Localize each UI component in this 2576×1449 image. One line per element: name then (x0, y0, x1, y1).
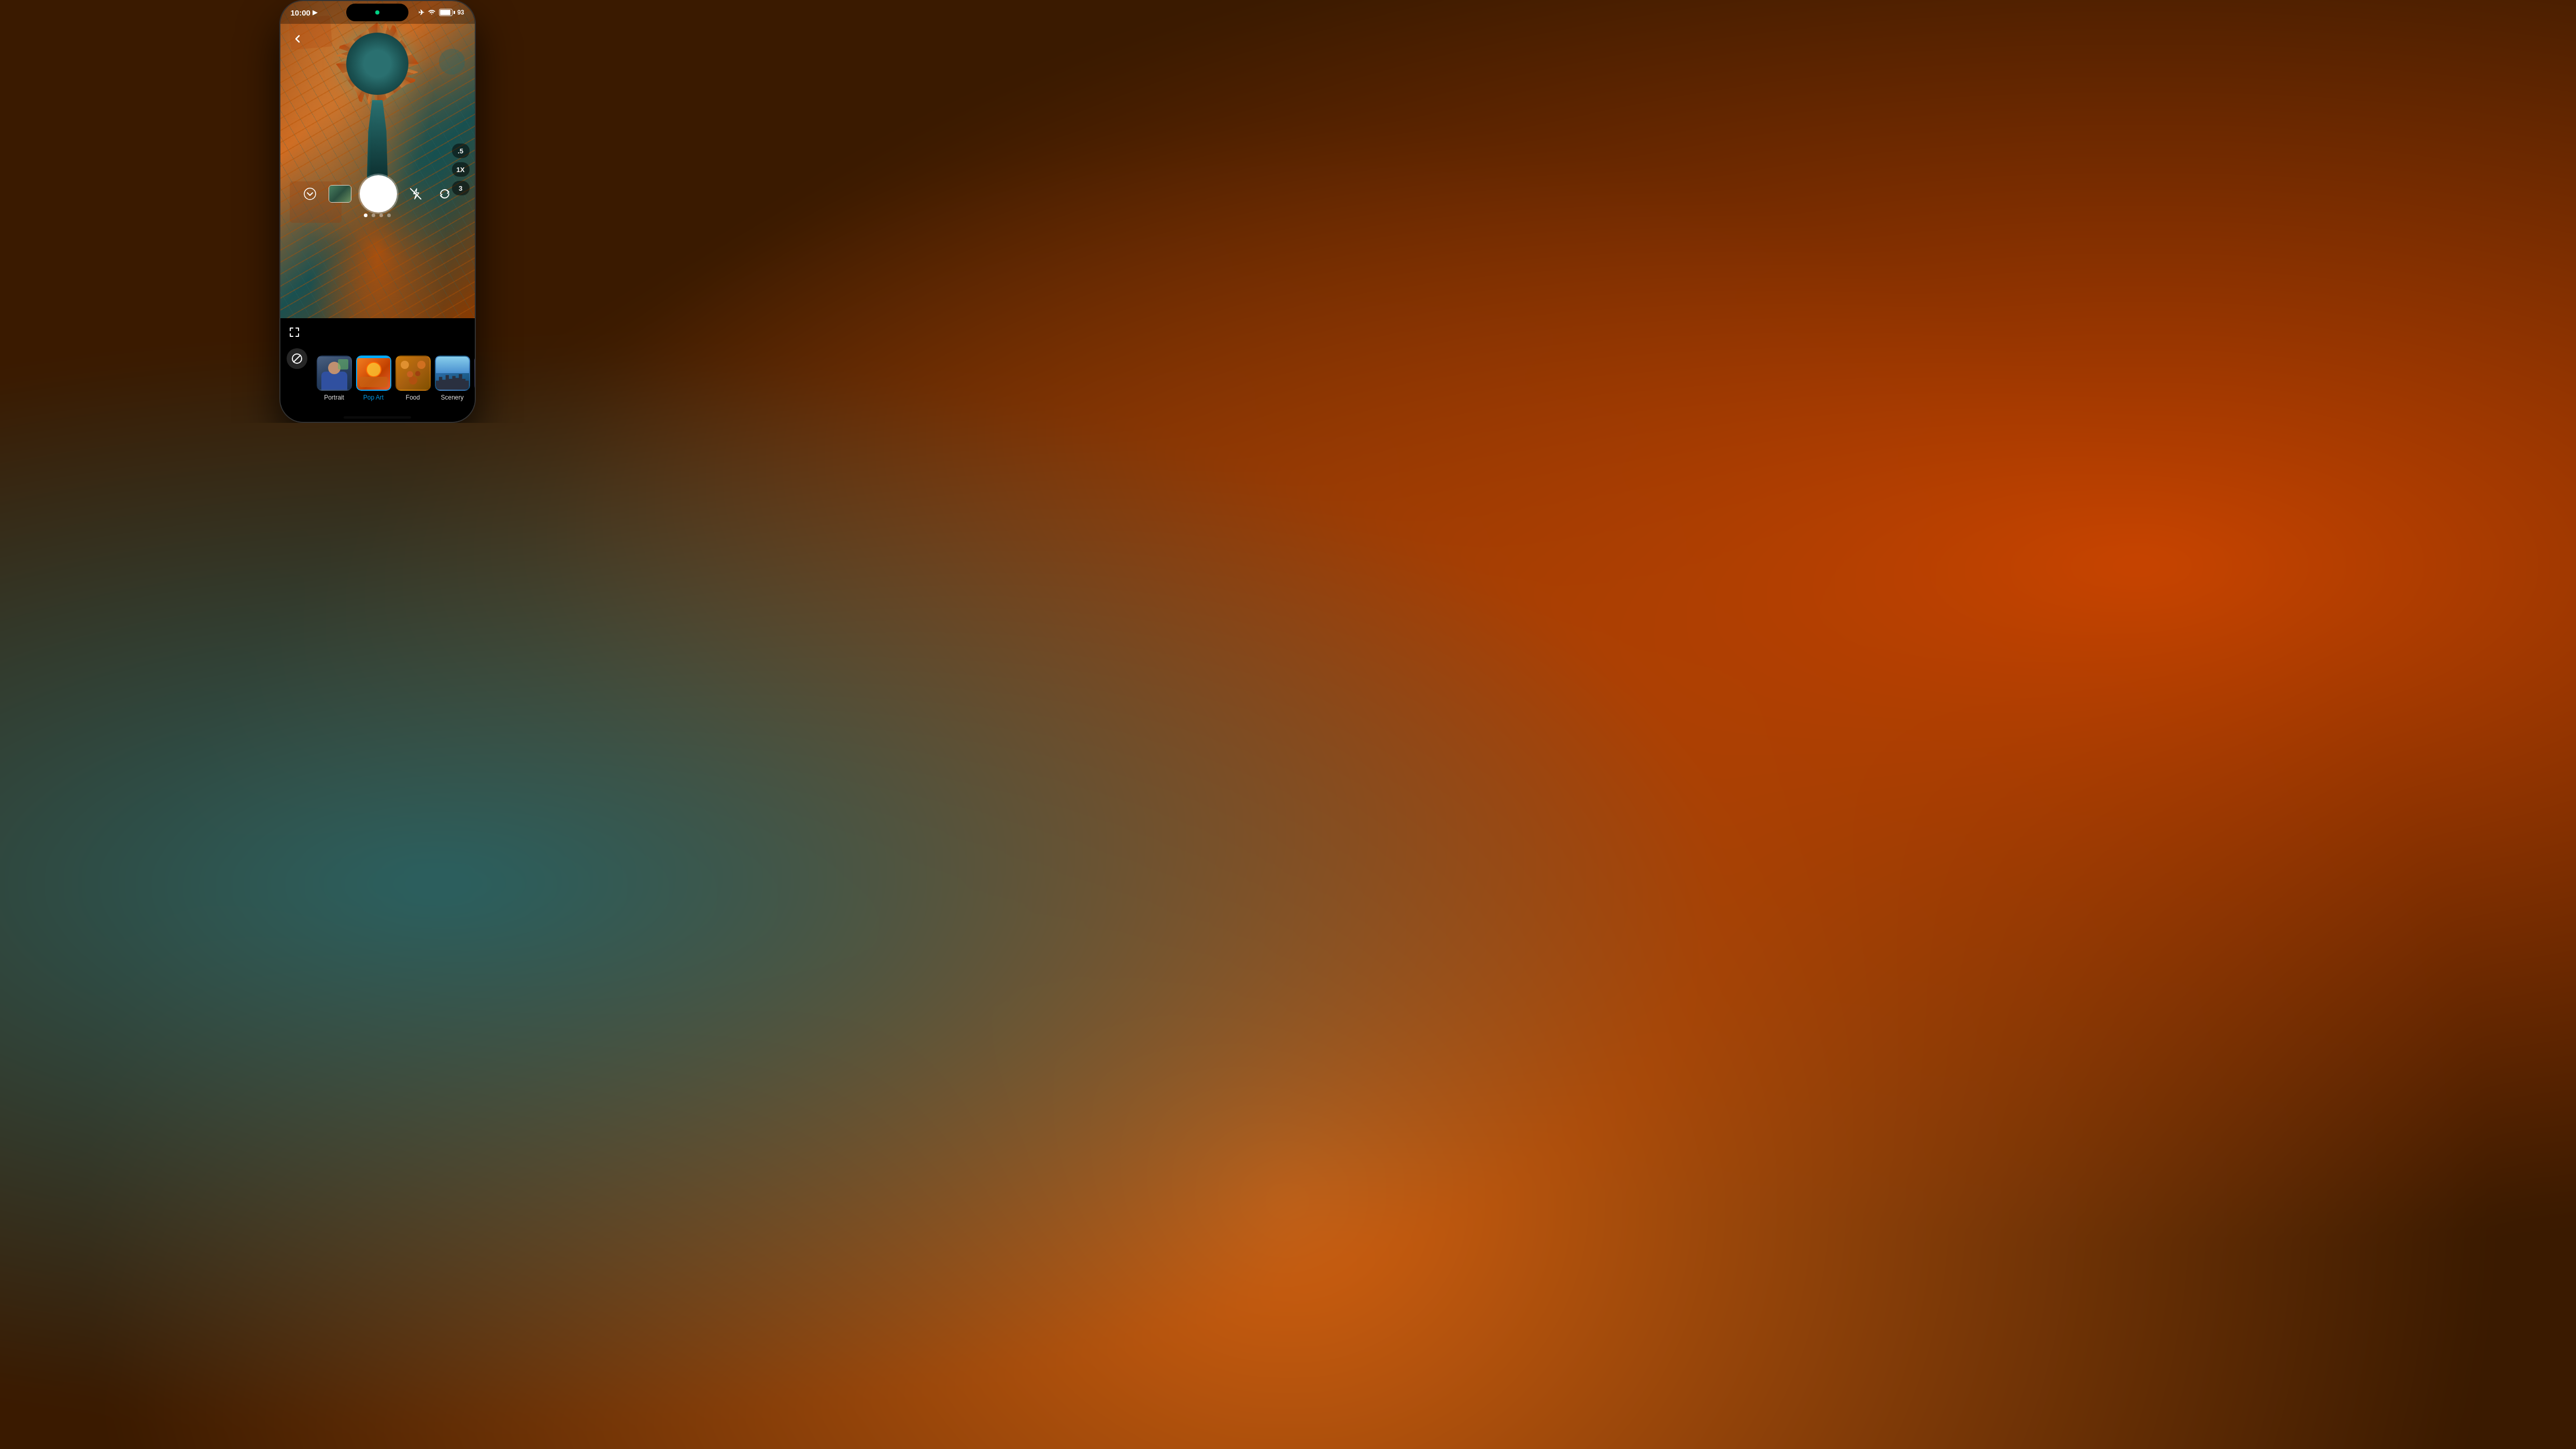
page-dot-3 (379, 214, 383, 217)
dynamic-island-container (346, 4, 408, 21)
status-right-area: ✈ 93 (418, 8, 464, 17)
flash-button[interactable] (405, 183, 426, 204)
dynamic-island (346, 4, 408, 21)
status-bar: 10:00 ▶ ✈ (280, 1, 475, 24)
filter-label-popart: Pop Art (363, 394, 384, 401)
filter-label-food: Food (406, 394, 420, 401)
filters-scroll: Portrait Pop Art (312, 323, 475, 406)
filter-thumb-food (395, 356, 431, 391)
page-dot-1 (364, 214, 367, 217)
filter-thumb-popart (356, 356, 391, 391)
battery-level: 93 (457, 9, 464, 16)
flip-camera-button[interactable] (434, 183, 455, 204)
filter-label-portrait: Portrait (324, 394, 344, 401)
filter-thumb-scenery (435, 356, 470, 391)
vase (364, 100, 390, 178)
filter-item-scenery[interactable]: Scenery (435, 356, 470, 401)
filter-label-scenery: Scenery (441, 394, 463, 401)
airplane-icon: ✈ (418, 8, 424, 17)
filter-item-portrait[interactable]: Portrait (317, 356, 352, 401)
svg-line-3 (293, 355, 301, 362)
photo-area: .5 1X 3 (280, 1, 475, 318)
page-indicator (364, 214, 391, 217)
battery-icon: 93 (439, 9, 464, 16)
filter-strip: Portrait Pop Art (280, 318, 475, 422)
flower-head (346, 33, 408, 95)
gallery-thumbnail[interactable] (329, 185, 351, 203)
filter-item-artful[interactable]: Artful (474, 356, 475, 401)
page-dot-4 (387, 214, 391, 217)
back-button[interactable] (288, 30, 307, 48)
location-icon: ▶ (313, 9, 317, 16)
svg-point-0 (304, 188, 316, 200)
art-element-2 (439, 49, 465, 75)
filter-thumb-artful (474, 356, 475, 391)
half-zoom-button[interactable]: .5 (452, 144, 470, 158)
camera-controls (280, 173, 475, 215)
filter-thumb-portrait (317, 356, 352, 391)
time-display: 10:00 (291, 8, 310, 17)
status-time-area: 10:00 ▶ (291, 8, 317, 17)
options-button[interactable] (300, 183, 320, 204)
wifi-icon (428, 8, 436, 17)
no-filter-button[interactable] (287, 348, 307, 369)
filter-item-food[interactable]: Food (395, 356, 431, 401)
expand-button[interactable] (287, 324, 302, 340)
shutter-button[interactable] (360, 175, 397, 212)
dynamic-island-dot (375, 10, 379, 15)
phone-frame: 10:00 ▶ ✈ (280, 1, 475, 422)
filter-item-popart[interactable]: Pop Art (356, 356, 391, 401)
page-dot-2 (372, 214, 375, 217)
